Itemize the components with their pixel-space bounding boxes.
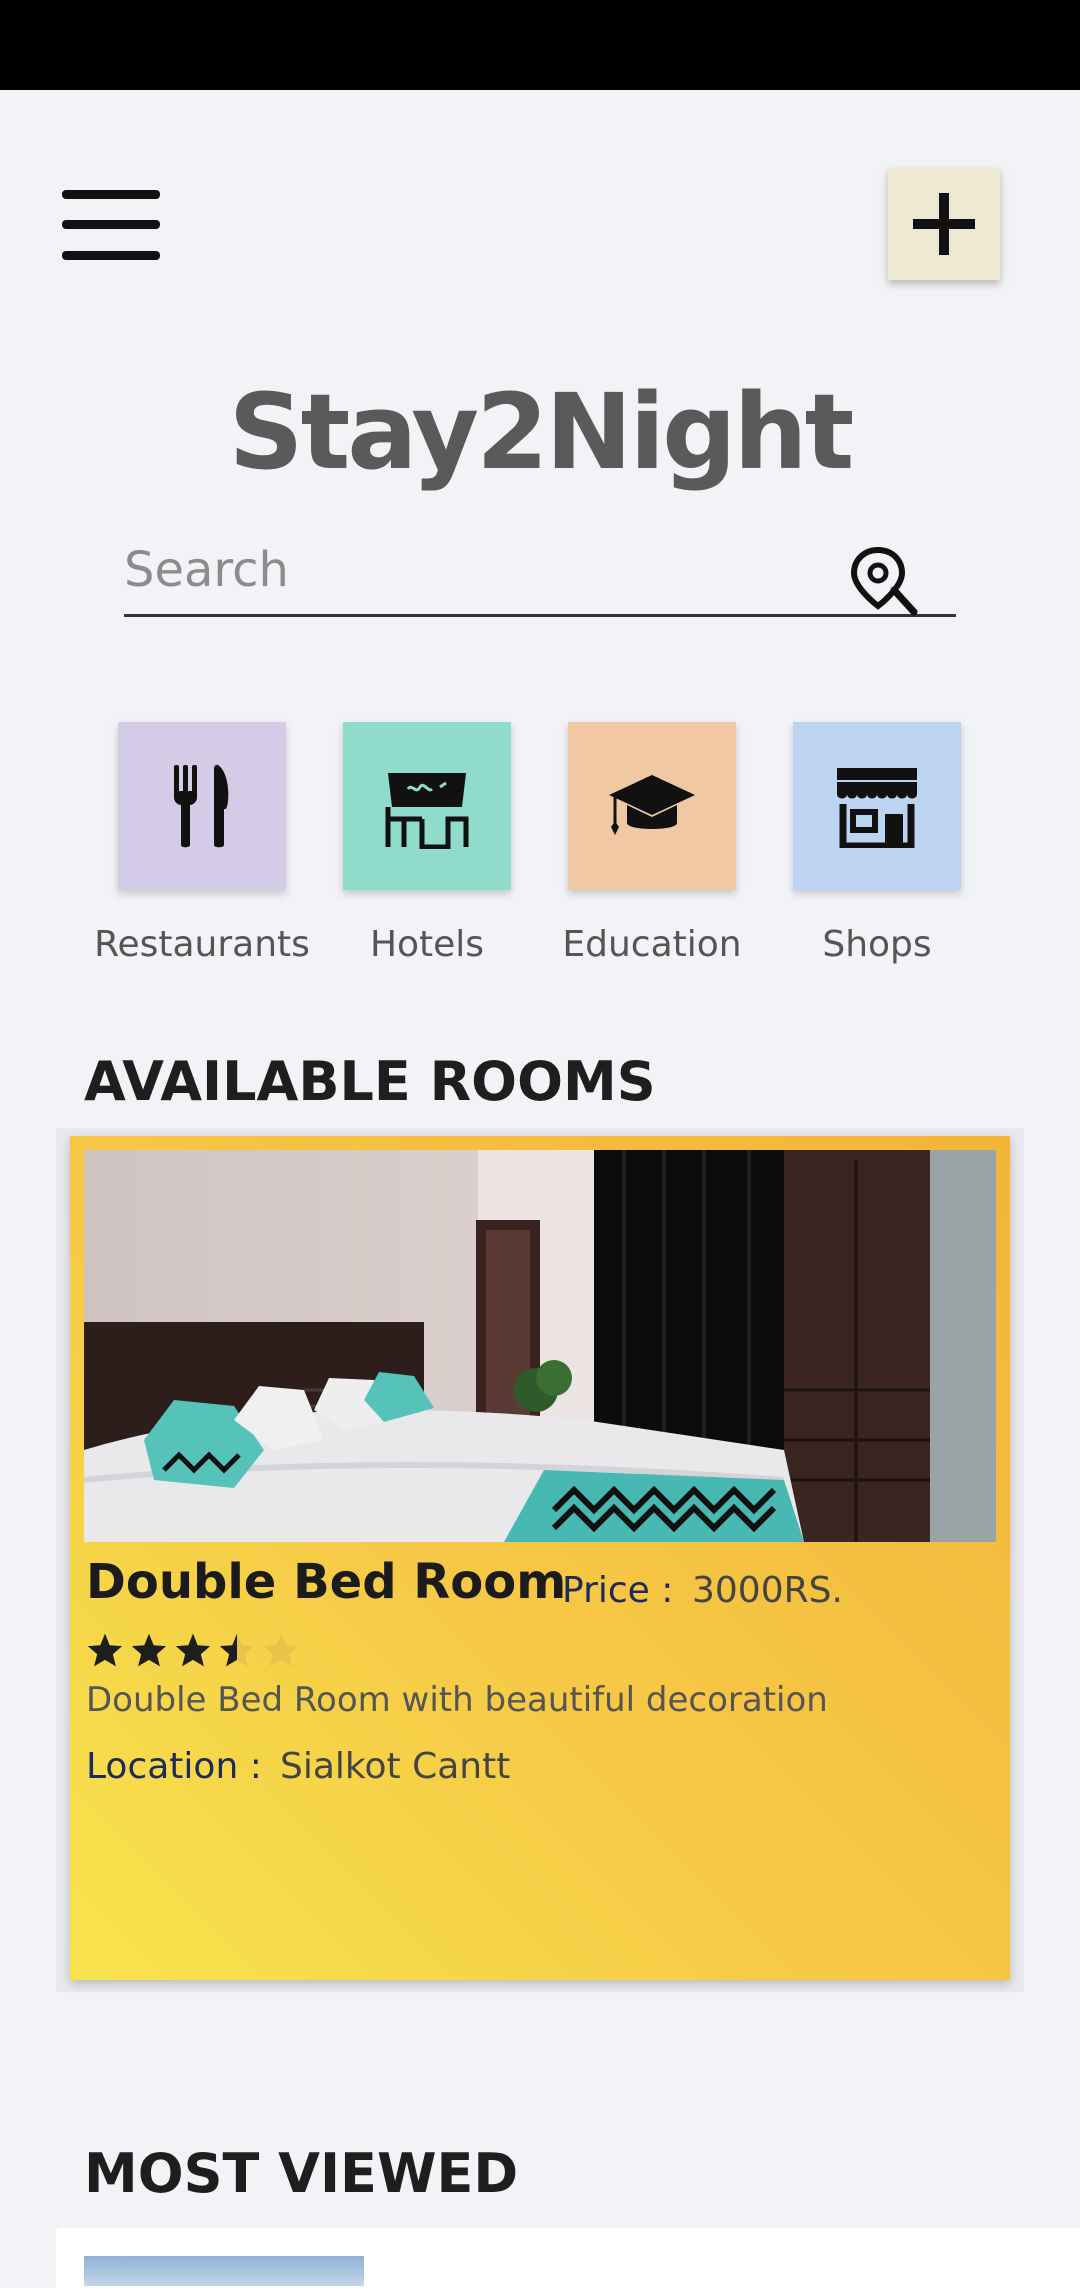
status-bar bbox=[0, 0, 1080, 90]
category-tile bbox=[568, 722, 736, 890]
category-label: Hotels bbox=[369, 924, 485, 965]
most-viewed-title: MOST VIEWED bbox=[84, 2142, 519, 2205]
add-button[interactable] bbox=[888, 168, 1000, 280]
star-full-icon bbox=[175, 1633, 211, 1667]
category-label: Education bbox=[562, 924, 742, 965]
category-label: Restaurants bbox=[94, 924, 310, 965]
search-input[interactable] bbox=[124, 530, 824, 610]
location-search-icon[interactable] bbox=[848, 546, 920, 618]
category-shops[interactable]: Shops bbox=[767, 722, 987, 965]
star-half-icon bbox=[219, 1633, 255, 1667]
room-description: Double Bed Room with beautiful decoratio… bbox=[86, 1680, 828, 1720]
room-name: Double Bed Room bbox=[86, 1554, 567, 1610]
star-rating bbox=[86, 1632, 300, 1668]
room-card[interactable]: Double Bed Room Price : 3000RS. Double B… bbox=[70, 1136, 1010, 1980]
search-bar[interactable] bbox=[124, 530, 956, 617]
star-full-icon bbox=[131, 1633, 167, 1667]
star-empty-icon bbox=[263, 1633, 299, 1667]
price-label: Price : bbox=[562, 1570, 674, 1611]
app-title: Stay2Night bbox=[228, 371, 855, 493]
plus-icon bbox=[913, 193, 975, 255]
fork-knife-icon bbox=[174, 764, 229, 848]
star-full-icon bbox=[87, 1633, 123, 1667]
category-tile bbox=[118, 722, 286, 890]
hamburger-menu-icon[interactable] bbox=[62, 190, 160, 260]
category-education[interactable]: Education bbox=[542, 722, 762, 965]
location-value: Sialkot Cantt bbox=[280, 1746, 511, 1787]
room-photo bbox=[84, 1150, 996, 1542]
category-label: Shops bbox=[822, 924, 932, 965]
hotel-sign-icon bbox=[385, 773, 469, 849]
most-viewed-thumbnail bbox=[84, 2256, 364, 2286]
price-value: 3000RS. bbox=[692, 1570, 843, 1611]
category-tile bbox=[343, 722, 511, 890]
category-hotels[interactable]: Hotels bbox=[317, 722, 537, 965]
location-label: Location : bbox=[86, 1746, 262, 1787]
storefront-icon bbox=[837, 768, 917, 848]
category-tile bbox=[793, 722, 961, 890]
available-rooms-title: AVAILABLE ROOMS bbox=[84, 1050, 656, 1113]
graduation-cap-icon bbox=[609, 775, 695, 835]
category-restaurants[interactable]: Restaurants bbox=[92, 722, 312, 965]
